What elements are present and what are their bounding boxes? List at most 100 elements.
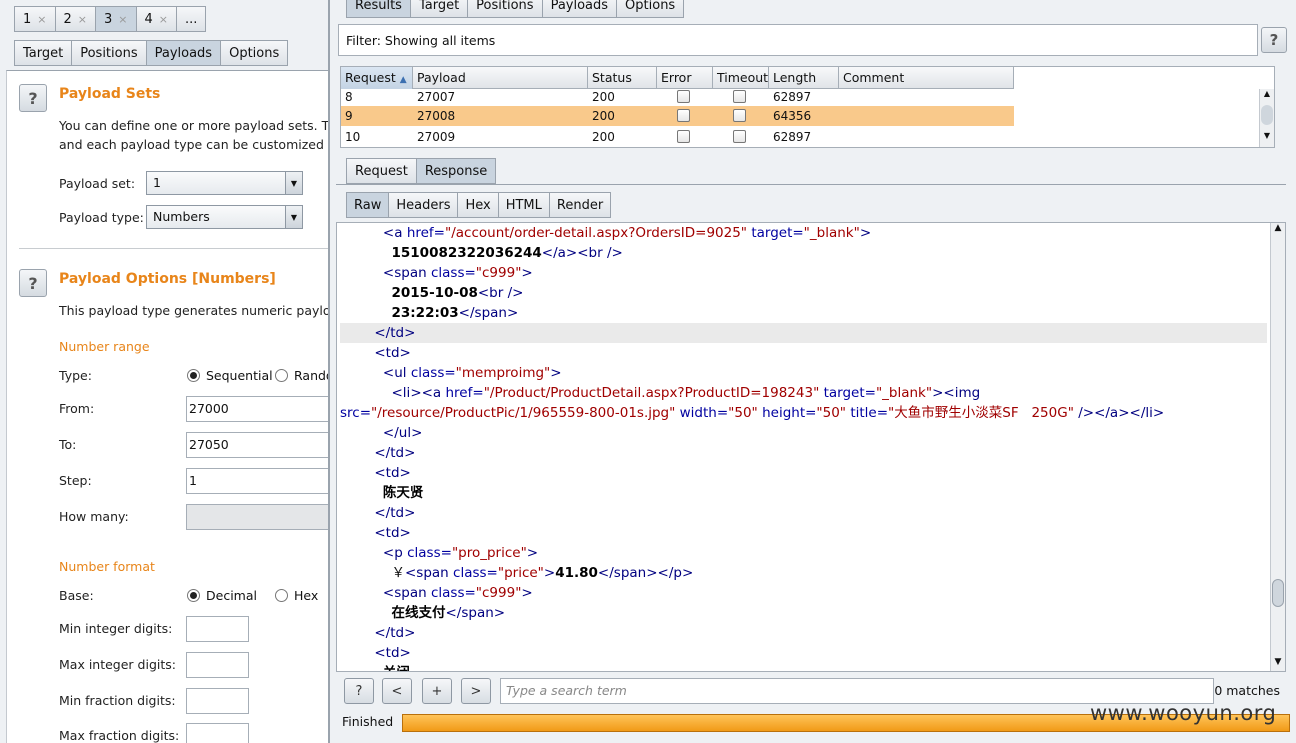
table-row[interactable]: 8 27007 200 62897 bbox=[341, 87, 1014, 107]
attack-tab-2[interactable]: 2 × bbox=[54, 6, 95, 32]
attr-value: "c999" bbox=[475, 265, 522, 281]
random-radio[interactable]: Rando bbox=[275, 368, 333, 383]
max-integer-digits-field[interactable] bbox=[186, 652, 249, 678]
decimal-radio[interactable]: Decimal bbox=[187, 588, 257, 603]
column-header-request[interactable]: Request ▲ bbox=[341, 67, 413, 89]
column-header-status[interactable]: Status bbox=[588, 67, 657, 89]
timeout-checkbox[interactable] bbox=[733, 109, 746, 122]
tab-request[interactable]: Request bbox=[346, 158, 416, 184]
to-field[interactable]: 27050 bbox=[186, 432, 333, 458]
error-checkbox[interactable] bbox=[677, 130, 690, 143]
column-header-error[interactable]: Error bbox=[657, 67, 713, 89]
scroll-thumb[interactable] bbox=[1261, 105, 1273, 125]
min-fraction-digits-field[interactable] bbox=[186, 688, 249, 714]
table-row-selected[interactable]: 9 27008 200 64356 bbox=[341, 106, 1014, 126]
scroll-up-icon[interactable]: ▲ bbox=[1260, 89, 1274, 99]
attack-tab-more[interactable]: ... bbox=[176, 6, 207, 32]
type-label: Type: bbox=[59, 368, 92, 383]
error-checkbox[interactable] bbox=[677, 109, 690, 122]
chevron-down-icon[interactable]: ▼ bbox=[285, 172, 302, 194]
code-line: 在线支付</span> bbox=[391, 605, 506, 621]
close-icon[interactable]: × bbox=[118, 13, 127, 26]
tab-options[interactable]: Options bbox=[616, 0, 685, 18]
response-raw-text[interactable]: <a href="/account/order-detail.aspx?Orde… bbox=[340, 223, 1267, 671]
attack-tab-1[interactable]: 1 × bbox=[14, 6, 55, 32]
response-viewer[interactable]: <a href="/account/order-detail.aspx?Orde… bbox=[336, 222, 1286, 672]
attack-tab-label: 4 bbox=[144, 11, 153, 27]
close-icon[interactable]: × bbox=[159, 13, 168, 26]
scroll-down-icon[interactable]: ▼ bbox=[1260, 131, 1274, 141]
tab-response[interactable]: Response bbox=[415, 158, 497, 184]
column-header-timeout[interactable]: Timeout bbox=[713, 67, 769, 89]
hex-radio[interactable]: Hex bbox=[275, 588, 318, 603]
column-header-payload[interactable]: Payload bbox=[413, 67, 588, 89]
tab-hex[interactable]: Hex bbox=[457, 192, 498, 218]
tab-options[interactable]: Options bbox=[220, 40, 289, 66]
chevron-down-icon[interactable]: ▼ bbox=[285, 206, 302, 228]
attr-value: "memproimg" bbox=[455, 365, 551, 381]
scroll-down-icon[interactable]: ▼ bbox=[1271, 657, 1285, 671]
help-button-payload-sets[interactable]: ? bbox=[19, 84, 47, 112]
attr-value: "50" bbox=[728, 405, 758, 421]
response-scrollbar[interactable]: ▲ ▼ bbox=[1270, 223, 1285, 671]
tab-results[interactable]: Results bbox=[346, 0, 410, 18]
code-line: <span class="c999"> bbox=[382, 585, 533, 601]
tab-payloads[interactable]: Payloads bbox=[541, 0, 617, 18]
add-button[interactable]: + bbox=[422, 678, 452, 704]
column-header-length[interactable]: Length bbox=[769, 67, 839, 89]
step-field[interactable]: 1 bbox=[186, 468, 333, 494]
code-line: ￥<span class="price">41.80</span></p> bbox=[391, 565, 694, 581]
table-scrollbar[interactable]: ▲ ▼ bbox=[1259, 89, 1274, 147]
sequential-radio[interactable]: Sequential bbox=[187, 368, 273, 383]
help-button[interactable]: ? bbox=[344, 678, 374, 704]
radio-checked-icon bbox=[187, 369, 200, 382]
help-button-filter[interactable]: ? bbox=[1261, 27, 1287, 53]
error-checkbox[interactable] bbox=[677, 90, 690, 103]
order-date: 2015-10-08 bbox=[391, 285, 478, 301]
radio-checked-icon bbox=[187, 589, 200, 602]
payload-sets-description-line2: and each payload type can be customized … bbox=[59, 137, 334, 152]
tab-headers[interactable]: Headers bbox=[388, 192, 458, 218]
tab-html[interactable]: HTML bbox=[497, 192, 549, 218]
min-integer-digits-label: Min integer digits: bbox=[59, 621, 173, 636]
attack-tab-label: 2 bbox=[63, 11, 72, 27]
cell-status: 200 bbox=[592, 130, 615, 144]
payload-set-select[interactable]: 1 ▼ bbox=[146, 171, 303, 195]
code-line: <a href="/account/order-detail.aspx?Orde… bbox=[382, 225, 872, 241]
table-row[interactable]: 10 27009 200 62897 bbox=[341, 127, 1014, 147]
filter-bar[interactable]: Filter: Showing all items bbox=[338, 24, 1258, 56]
help-button-payload-options[interactable]: ? bbox=[19, 269, 47, 297]
payload-type-select[interactable]: Numbers ▼ bbox=[146, 205, 303, 229]
cell-comment bbox=[839, 106, 1014, 126]
tab-payloads[interactable]: Payloads bbox=[145, 40, 221, 66]
cell-status: 200 bbox=[592, 109, 615, 123]
timeout-checkbox[interactable] bbox=[733, 90, 746, 103]
scroll-up-icon[interactable]: ▲ bbox=[1271, 223, 1285, 237]
base-label: Base: bbox=[59, 588, 94, 603]
message-tabs: Request Response bbox=[346, 158, 497, 184]
tab-render[interactable]: Render bbox=[548, 192, 612, 218]
next-match-button[interactable]: > bbox=[461, 678, 491, 704]
tab-raw[interactable]: Raw bbox=[346, 192, 389, 218]
code-line: </td> bbox=[374, 505, 416, 521]
tab-target[interactable]: Target bbox=[409, 0, 468, 18]
close-icon[interactable]: × bbox=[37, 13, 46, 26]
attack-tab-3[interactable]: 3 × bbox=[95, 6, 136, 32]
min-integer-digits-field[interactable] bbox=[186, 616, 249, 642]
cell-error bbox=[657, 106, 713, 126]
timeout-checkbox[interactable] bbox=[733, 130, 746, 143]
column-header-comment[interactable]: Comment bbox=[839, 67, 1014, 89]
attack-tab-4[interactable]: 4 × bbox=[135, 6, 176, 32]
from-field[interactable]: 27000 bbox=[186, 396, 333, 422]
scroll-thumb[interactable] bbox=[1272, 579, 1284, 607]
tab-positions[interactable]: Positions bbox=[467, 0, 542, 18]
previous-match-button[interactable]: < bbox=[382, 678, 412, 704]
cell-payload: 27009 bbox=[417, 130, 456, 144]
tab-positions[interactable]: Positions bbox=[71, 40, 146, 66]
cell-timeout bbox=[713, 106, 769, 126]
max-fraction-digits-field[interactable] bbox=[186, 723, 249, 743]
tab-target[interactable]: Target bbox=[14, 40, 72, 66]
close-icon[interactable]: × bbox=[78, 13, 87, 26]
code-line: </td> bbox=[374, 625, 416, 641]
cell-request: 10 bbox=[345, 130, 361, 144]
